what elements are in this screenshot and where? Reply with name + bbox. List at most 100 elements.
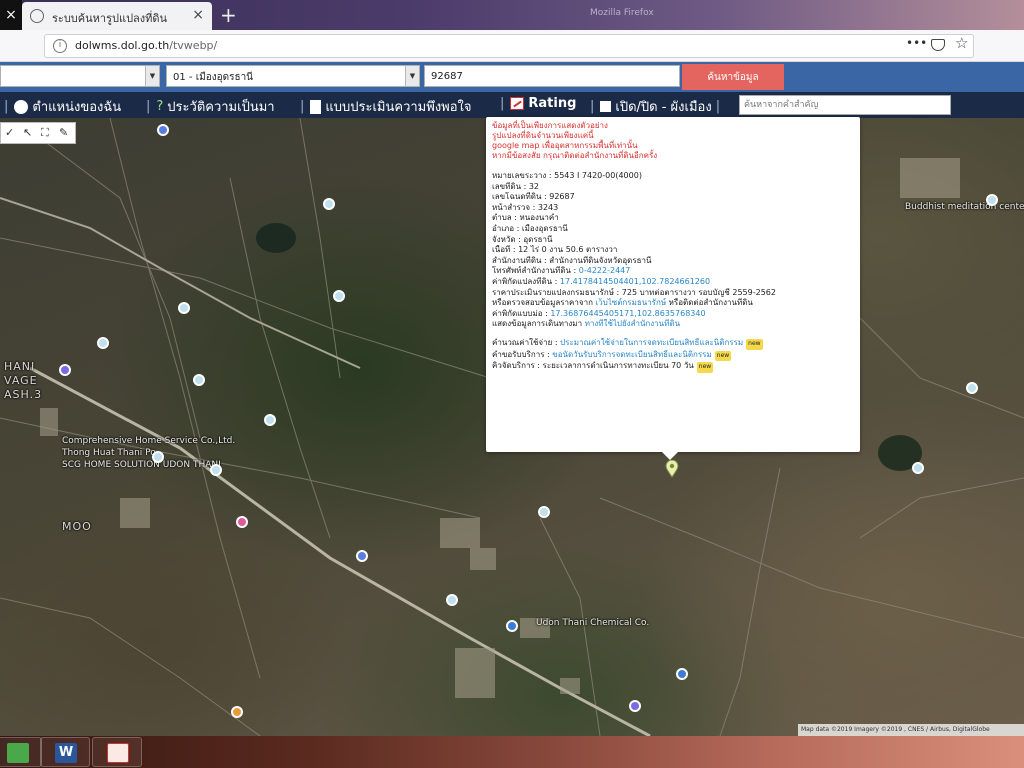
url-text[interactable]: dolwms.dol.go.th/tvwebp/	[75, 39, 217, 52]
new-tab-button[interactable]: +	[220, 3, 237, 27]
field-label: เลขที่ดิน	[492, 181, 522, 191]
field-label: ค่าพิกัดแปลงที่ดิน	[492, 276, 553, 286]
map-poi-pin[interactable]	[210, 464, 222, 476]
field-label: แสดงข้อมูลการเดินทางมา	[492, 319, 583, 329]
field-label: ตำบล	[492, 213, 512, 223]
field-label: เลขโฉนดที่ดิน	[492, 192, 542, 202]
page-actions-menu-icon[interactable]: •••	[906, 36, 927, 50]
info-row-land-office: สำนักงานที่ดิน : สำนักงานที่ดินจังหวัดอุ…	[492, 255, 652, 265]
keyword-search-input[interactable]	[739, 95, 951, 115]
field-label: สำนักงานที่ดิน	[492, 255, 542, 265]
info-row-parcel-coordinates: ค่าพิกัดแปลงที่ดิน : 17.4178414504401,10…	[492, 276, 711, 286]
parcel-coordinates-link[interactable]: 17.4178414504401,102.7824661260	[560, 277, 710, 286]
map-label: SCG HOME SOLUTION UDON THANI	[62, 460, 221, 470]
service-row-appointment: คำขอรับบริการ : ขอนัดวันรับบริการจดทะเบี…	[492, 350, 854, 362]
map-poi-pin[interactable]	[356, 550, 368, 562]
map-tool-draw-icon[interactable]: ✎	[59, 126, 68, 139]
url-path: /tvwebp/	[169, 39, 218, 52]
map-poi-pin[interactable]	[152, 451, 164, 463]
browser-tab-active[interactable]: ระบบค้นหารูปแปลงที่ดิน ×	[22, 2, 212, 30]
field-label: โทรศัพท์สำนักงานที่ดิน	[492, 266, 571, 276]
field-value: 5543 I 7420-00(4000)	[554, 171, 642, 180]
globe-icon	[30, 9, 44, 23]
url-host: dolwms.dol.go.th	[75, 39, 170, 52]
map-label: Thong Huat Thani Po.	[62, 448, 159, 458]
office-coordinates-link[interactable]: 17.36876445405171,102.8635768340	[550, 309, 705, 318]
map-poi-pin[interactable]	[231, 706, 243, 718]
map-poi-pin[interactable]	[97, 337, 109, 349]
map-poi-pin[interactable]	[629, 700, 641, 712]
powerpoint-icon	[107, 743, 129, 763]
dropdown-arrow-icon[interactable]: ▼	[405, 66, 419, 86]
map-poi-pin[interactable]	[323, 198, 335, 210]
map-poi-pin[interactable]	[538, 506, 550, 518]
new-badge: new	[746, 338, 763, 350]
map-poi-pin[interactable]	[986, 194, 998, 206]
toggle-checkbox-icon[interactable]	[600, 101, 612, 112]
field-value: สำนักงานที่ดินจังหวัดอุดรธานี	[549, 255, 652, 265]
field-value: 3243	[537, 202, 559, 212]
window-close-button[interactable]: ×	[0, 0, 22, 30]
map-tool-fullscreen-icon[interactable]: ⛶	[41, 126, 49, 140]
map-label: Comprehensive Home Service Co.,Ltd.	[62, 436, 236, 446]
menu-separator: |	[715, 99, 721, 114]
map-poi-pin[interactable]	[157, 124, 169, 136]
district-select-value: 01 - เมืองอุดรธานี	[173, 72, 254, 83]
location-icon	[14, 99, 29, 114]
info-row-area: เนื้อที่ : 12 ไร่ 0 งาน 50.6 ตารางวา	[492, 245, 618, 255]
province-select[interactable]: ▼	[0, 65, 160, 87]
map-tool-pointer-icon[interactable]: ↖	[23, 126, 32, 139]
green-app-icon	[7, 743, 29, 763]
taskbar-powerpoint-button[interactable]	[92, 737, 142, 767]
map-poi-pin[interactable]	[966, 382, 978, 394]
field-value: หนองนาคำ	[519, 213, 559, 223]
field-label: คำขอรับบริการ	[492, 349, 545, 359]
map-poi-pin[interactable]	[236, 516, 248, 528]
info-row-deed-number: เลขโฉนดที่ดิน : 92687	[492, 192, 575, 202]
parcel-marker-pin-icon[interactable]	[665, 460, 679, 478]
info-row-appraised-price: ราคาประเมินรายแปลงกรมธนารักษ์ : 725 บาทต…	[492, 287, 776, 297]
office-phone-link[interactable]: 0-4222-2447	[579, 266, 631, 275]
bookmark-star-icon[interactable]: ☆	[955, 34, 968, 52]
info-row-route: แสดงข้อมูลการเดินทางมา ทางที่ใช้ไปยังสำน…	[492, 319, 854, 330]
map-poi-pin[interactable]	[446, 594, 458, 606]
field-value: 32	[528, 181, 540, 191]
field-label: จังหวัด	[492, 234, 516, 244]
treasury-website-link[interactable]: เว็บไซต์กรมธนารักษ์	[595, 298, 666, 307]
word-icon: W	[55, 743, 77, 763]
field-label: คิวจัดบริการ	[492, 361, 535, 371]
map-poi-pin[interactable]	[193, 374, 205, 386]
parcel-info-popup: ข้อมูลที่เป็นเพียงการแสดงตัวอย่าง รูปแปล…	[486, 117, 860, 452]
appointment-link[interactable]: ขอนัดวันรับบริการจดทะเบียนสิทธิ์และนิติก…	[552, 350, 711, 359]
map-poi-pin[interactable]	[912, 462, 924, 474]
map-poi-pin[interactable]	[59, 364, 71, 376]
map-toolbar: ✓ ↖ ⛶ ✎	[0, 122, 76, 144]
field-value: อุดรธานี	[523, 234, 553, 244]
browser-tab-bar: × ระบบค้นหารูปแปลงที่ดิน × + Mozilla Fir…	[0, 0, 1024, 30]
service-row-cost: คำนวณค่าใช้จ่าย : ประมาณค่าใช้จ่ายในการจ…	[492, 338, 854, 350]
tab-close-icon[interactable]: ×	[192, 7, 204, 23]
menu-my-location[interactable]: | ตำแหน่งของฉัน	[4, 96, 121, 117]
map-poi-pin[interactable]	[178, 302, 190, 314]
route-link[interactable]: ทางที่ใช้ไปยังสำนักงานที่ดิน	[585, 319, 680, 328]
menu-satisfaction-survey[interactable]: | แบบประเมินความพึงพอใจ	[300, 96, 472, 117]
parcel-number-input[interactable]	[424, 65, 680, 87]
info-icon[interactable]: i	[53, 39, 67, 53]
taskbar-app-button[interactable]	[0, 737, 42, 767]
dropdown-arrow-icon[interactable]: ▼	[145, 66, 159, 86]
map-tool-check-icon[interactable]: ✓	[5, 126, 14, 139]
taskbar-word-button[interactable]: W	[40, 737, 90, 767]
map-poi-pin[interactable]	[676, 668, 688, 680]
map-label: HANI	[4, 360, 36, 373]
search-button[interactable]: ค้นหาข้อมูล	[682, 64, 784, 90]
cost-calculation-link[interactable]: ประมาณค่าใช้จ่ายในการจดทะเบียนสิทธิ์และน…	[560, 338, 743, 347]
map-poi-pin[interactable]	[264, 414, 276, 426]
menu-toggle-city-plan[interactable]: | เปิด/ปิด - ผังเมือง |	[590, 96, 722, 117]
map-poi-pin[interactable]	[333, 290, 345, 302]
url-bar[interactable]: i dolwms.dol.go.th/tvwebp/	[44, 34, 974, 58]
info-row-office-coordinates: ค่าพิกัดแบบม่อ : 17.36876445405171,102.8…	[492, 308, 706, 318]
menu-rating[interactable]: | Rating	[500, 96, 576, 111]
menu-history[interactable]: | ? ประวัติความเป็นมา	[146, 96, 275, 117]
map-poi-pin[interactable]	[506, 620, 518, 632]
district-select[interactable]: 01 - เมืองอุดรธานี ▼	[166, 65, 420, 87]
